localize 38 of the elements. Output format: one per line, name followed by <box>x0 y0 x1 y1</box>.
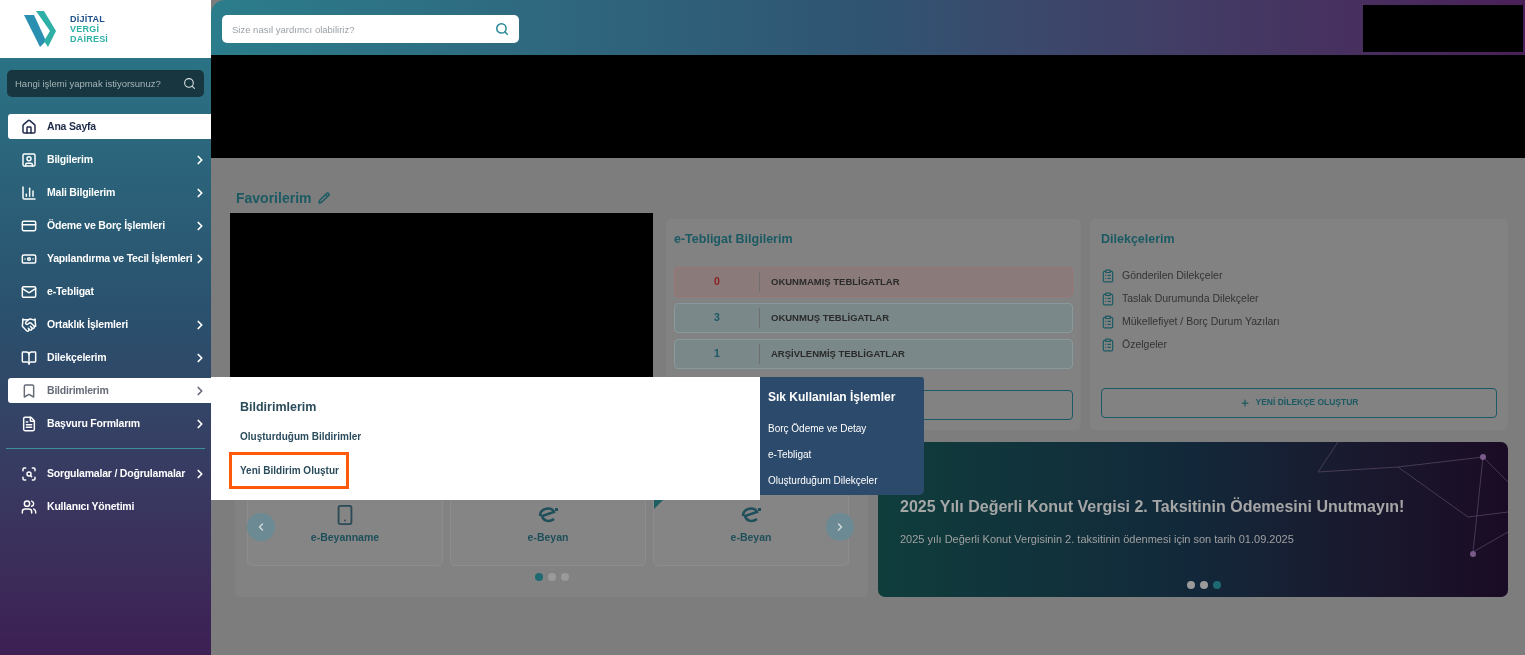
section-title: Favorilerim <box>236 188 312 208</box>
sidebar-item[interactable]: Bildirimlerim <box>8 378 211 403</box>
sidebar-item[interactable]: Ortaklık İşlemleri <box>8 312 211 337</box>
tile-label: e-Beyan <box>527 530 569 546</box>
sidebar-item[interactable]: Mali Bilgilerim <box>8 180 211 205</box>
sidebar-item[interactable]: Yapılandırma ve Tecil İşlemleri <box>8 246 211 271</box>
tile-label: e-Beyan <box>730 530 772 546</box>
card-title: e-Tebligat Bilgilerim <box>674 231 794 248</box>
sidebar-item[interactable]: Başvuru Formlarım <box>8 411 211 436</box>
submenu-link[interactable]: Oluşturduğum Bildirimler <box>240 428 362 444</box>
tebligat-row[interactable]: 0 OKUNMAMIŞ TEBLİGATLAR <box>674 266 1073 297</box>
submenu-title: Bildirimlerim <box>240 399 318 416</box>
tebligat-label: OKUNMAMIŞ TEBLİGATLAR <box>771 274 900 289</box>
sidebar-search-field[interactable]: Hangi işlemi yapmak istiyorsunuz? <box>7 70 204 97</box>
tebligat-count: 1 <box>713 345 721 361</box>
tebligat-row[interactable]: 3 OKUNMUŞ TEBLİGATLAR <box>674 302 1073 333</box>
tebligat-count: 3 <box>713 309 721 325</box>
quick-actions-title: Sık Kullanılan İşlemler <box>768 389 897 406</box>
banner-title: 2025 Yılı Değerli Konut Vergisi 2. Taksitinin Ödemesini Unutmayın! <box>900 496 1406 517</box>
tebligat-row[interactable]: 1 ARŞİVLENMİŞ TEBLİGATLAR <box>674 338 1073 369</box>
tebligat-label: OKUNMUŞ TEBLİGATLAR <box>771 310 890 325</box>
sidebar-item[interactable]: Ödeme ve Borç İşlemleri <box>8 213 211 238</box>
tile-label: e-Beyanname <box>310 530 380 546</box>
sidebar-item[interactable]: Dilekçelerim <box>8 345 211 370</box>
card-title: Dilekçelerim <box>1101 231 1176 248</box>
sidebar-item[interactable]: Sorgulamalar / Doğrulamalar <box>8 461 211 486</box>
help-search-field[interactable]: Size nasıl yardımcı olabiliriz? <box>222 15 519 43</box>
quick-action-link[interactable]: Borç Ödeme ve Detay <box>768 421 924 436</box>
banner-text: 2025 yılı Değerli Konut Vergisinin 2. taksitinin ödenmesi için son tarih 01.09.2025 <box>900 532 1295 547</box>
logo-text: DİJİTAL VERGİ DAİRESİ <box>70 14 109 44</box>
sidebar-item[interactable]: Kullanıcı Yönetimi <box>8 494 211 519</box>
sidebar-item[interactable]: Ana Sayfa <box>8 114 211 139</box>
sidebar-item[interactable]: Bilgilerim <box>8 147 211 172</box>
submenu-link[interactable]: Yeni Bildirim Oluştur <box>229 451 349 489</box>
tebligat-label: ARŞİVLENMİŞ TEBLİGATLAR <box>771 346 905 361</box>
tebligat-count: 0 <box>713 273 721 289</box>
sidebar-item[interactable]: e-Tebligat <box>8 279 211 304</box>
quick-action-link[interactable]: e-Tebligat <box>768 447 924 462</box>
